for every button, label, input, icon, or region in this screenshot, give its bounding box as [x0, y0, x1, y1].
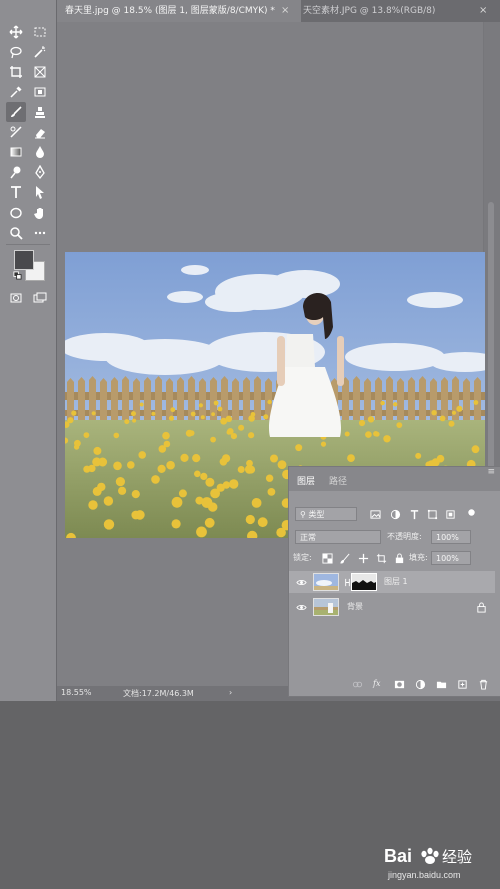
opacity-value: 100% [436, 533, 459, 542]
blend-mode-value: 正常 [300, 533, 316, 542]
move-tool-icon[interactable] [6, 22, 26, 42]
fill-label: 填充: [409, 553, 428, 562]
filter-smart-object-icon[interactable] [444, 508, 456, 520]
status-menu-arrow[interactable]: › [229, 688, 232, 697]
brush-tool-icon[interactable] [6, 102, 26, 122]
paw-logo-icon [421, 847, 439, 864]
fx-icon[interactable]: fx [373, 677, 380, 691]
lock-all-icon[interactable] [393, 552, 405, 564]
blur-tool-icon[interactable] [30, 142, 50, 162]
tab-spring-document[interactable]: 春天里.jpg @ 18.5% (图层 1, 图层蒙版/8/CMYK) * × [57, 0, 301, 22]
screen-mode-icon[interactable] [30, 288, 50, 308]
fill-field[interactable]: 100% [431, 551, 471, 565]
lock-label: 锁定: [293, 553, 312, 562]
layers-panel: 图层 路径 ≡ ⚲ 类型 正常 不透明度: 100% 锁定: 填充: 100% [288, 466, 500, 697]
fill-value: 100% [436, 554, 459, 563]
tab-layers[interactable]: 图层 [297, 474, 315, 487]
opacity-field[interactable]: 100% [431, 530, 471, 544]
mask-icon[interactable] [393, 678, 405, 690]
lock-position-icon[interactable] [357, 552, 369, 564]
watermark-brand: Bai [384, 846, 412, 866]
panel-menu-icon[interactable]: ≡ [487, 467, 495, 477]
zoom-level[interactable]: 18.55% [61, 688, 92, 697]
layer-mask-thumbnail[interactable] [351, 573, 377, 591]
lock-pixels-icon[interactable] [339, 552, 351, 564]
layer-name[interactable]: 图层 1 [384, 575, 408, 589]
watermark-url: jingyan.baidu.com [387, 870, 461, 880]
filter-toggle-icon[interactable] [465, 506, 477, 518]
frame-tool-icon[interactable] [30, 62, 50, 82]
link-icon[interactable] [351, 678, 363, 690]
gradient-tool-icon[interactable] [6, 142, 26, 162]
tools-panel [0, 0, 57, 701]
visibility-eye-icon[interactable] [295, 576, 307, 588]
lasso-tool-icon[interactable] [6, 42, 26, 62]
magic-wand-icon[interactable] [30, 42, 50, 62]
tab-paths[interactable]: 路径 [329, 474, 347, 487]
blend-mode-dropdown[interactable]: 正常 [295, 530, 381, 544]
crop-tool-icon[interactable] [6, 62, 26, 82]
eraser-icon[interactable] [30, 122, 50, 142]
tab-label: 天空素材.JPG @ 13.8%(RGB/8) [303, 6, 436, 16]
baidu-jingyan-watermark: Bai 经验 jingyan.baidu.com [384, 838, 494, 884]
new-layer-icon[interactable] [456, 678, 468, 690]
foreground-color-swatch[interactable] [14, 250, 34, 270]
hand-tool-icon[interactable] [30, 203, 50, 223]
layer-thumbnail [313, 573, 339, 591]
lock-artboard-icon[interactable] [375, 552, 387, 564]
scrollbar-thumb[interactable] [488, 202, 494, 502]
type-tool-icon[interactable] [6, 182, 26, 202]
layer-thumbnail [313, 598, 339, 616]
visibility-eye-icon[interactable] [295, 601, 307, 613]
layer-name[interactable]: 背景 [347, 600, 363, 614]
tab-sky-material[interactable]: 天空素材.JPG @ 13.8%(RGB/8) × [295, 0, 500, 22]
close-icon[interactable]: × [281, 0, 289, 22]
panel-tabbar: 图层 路径 ≡ [289, 467, 500, 491]
panel-bottom-bar: fx [289, 673, 500, 695]
photoshop-window: 春天里.jpg @ 18.5% (图层 1, 图层蒙版/8/CMYK) * × … [0, 0, 500, 701]
quick-mask-icon[interactable] [6, 288, 26, 308]
lock-transparent-icon[interactable] [321, 552, 333, 564]
document-tabs: 春天里.jpg @ 18.5% (图层 1, 图层蒙版/8/CMYK) * × … [57, 0, 500, 22]
filter-adjustment-icon[interactable] [389, 508, 401, 520]
object-select-icon[interactable] [30, 82, 50, 102]
marquee-tool-icon[interactable] [30, 22, 50, 42]
eyedropper-icon[interactable] [6, 82, 26, 102]
lock-icon [475, 601, 487, 613]
folder-icon[interactable] [435, 678, 447, 690]
pen-tool-icon[interactable] [30, 162, 50, 182]
adjustment-icon[interactable] [414, 678, 426, 690]
ellipse-tool-icon[interactable] [6, 203, 26, 223]
history-brush-icon[interactable] [6, 122, 26, 142]
filter-kind-value: 类型 [308, 510, 325, 519]
dodge-tool-icon[interactable] [6, 162, 26, 182]
filter-type-icon[interactable] [408, 508, 420, 520]
document-size: 文档:17.2M/46.3M [123, 689, 194, 698]
toolbar-divider [6, 244, 50, 245]
opacity-label: 不透明度: [387, 532, 422, 541]
zoom-tool-icon[interactable] [6, 223, 26, 243]
default-colors-icon[interactable] [12, 270, 22, 280]
more-tools-icon[interactable] [30, 223, 50, 243]
close-icon[interactable]: × [479, 0, 487, 22]
tab-label: 春天里.jpg @ 18.5% (图层 1, 图层蒙版/8/CMYK) * [65, 6, 275, 16]
trash-icon[interactable] [477, 678, 489, 690]
layer-row-background[interactable]: 背景 [289, 596, 495, 618]
filter-shape-icon[interactable] [426, 508, 438, 520]
path-select-icon[interactable] [30, 182, 50, 202]
watermark-jingyan: 经验 [442, 848, 472, 866]
layer-row-1[interactable]: 图层 1 [289, 571, 495, 593]
filter-pixel-icon[interactable] [369, 508, 381, 520]
clone-stamp-icon[interactable] [30, 102, 50, 122]
filter-kind-dropdown[interactable]: ⚲ 类型 [295, 507, 357, 521]
